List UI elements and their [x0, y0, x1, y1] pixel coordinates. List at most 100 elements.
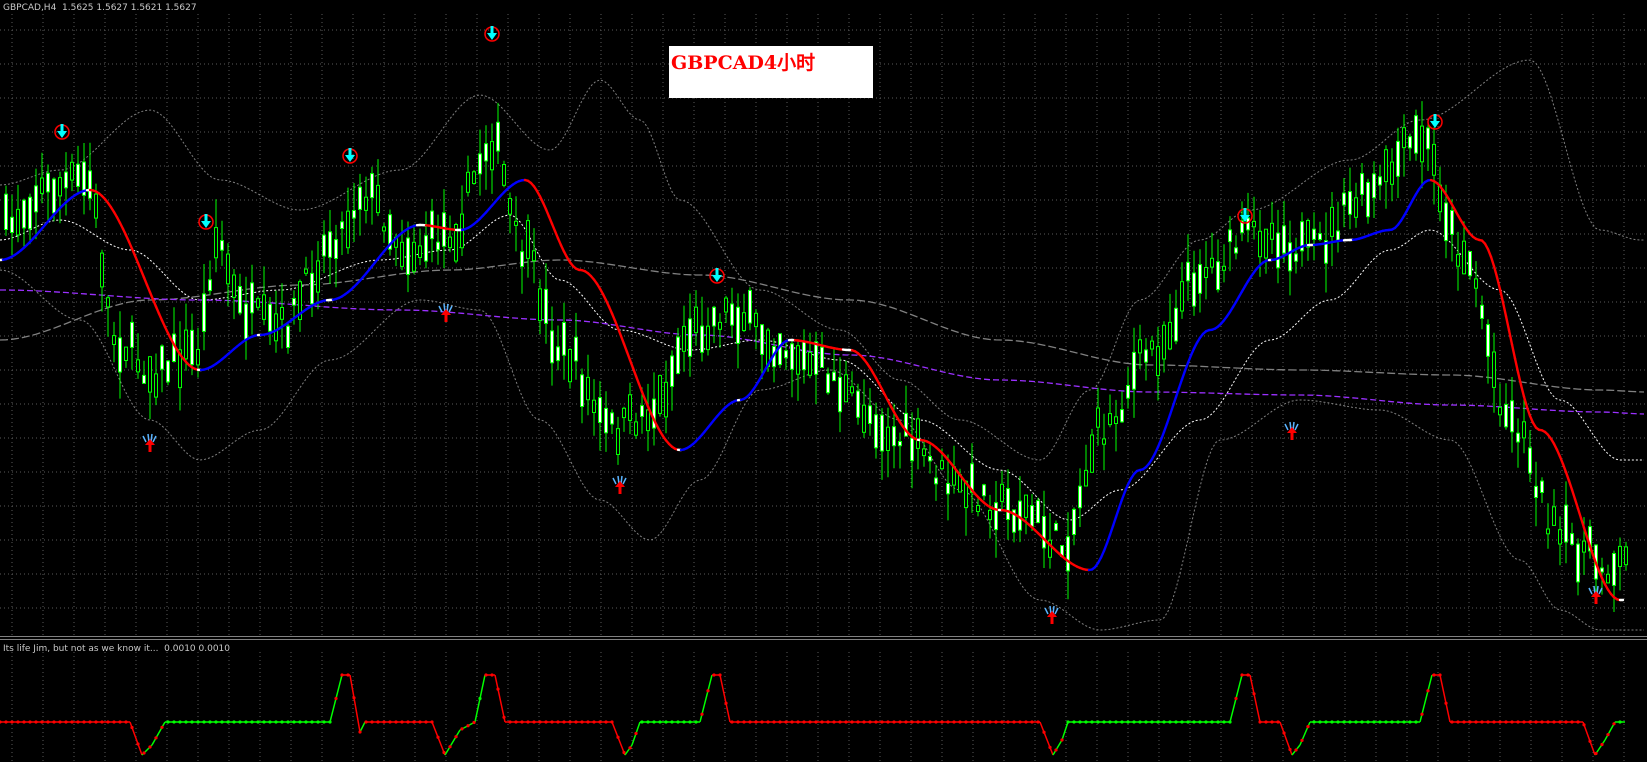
oscillator-dot [472, 720, 476, 725]
ma-segment [625, 350, 632, 362]
down-arrow-hand-icon [1427, 114, 1443, 130]
candle-body [1600, 567, 1604, 573]
oscillator-dot [928, 720, 932, 724]
candle-body [160, 345, 164, 370]
candle-body [502, 164, 506, 186]
price-chart-pane[interactable]: GBPCAD,H4 1.5625 1.5627 1.5621 1.5627 GB… [0, 0, 1647, 636]
ma-segment [622, 342, 629, 354]
oscillator-dot [1180, 720, 1184, 724]
oscillator-dot [1312, 720, 1316, 724]
oscillator-dot [1486, 720, 1490, 724]
oscillator-dot [1240, 673, 1244, 677]
up-arrow-hand-icon [142, 433, 157, 452]
candle-body [754, 312, 758, 328]
candle-body [34, 185, 38, 213]
candle-body [1264, 228, 1268, 259]
oscillator-dot [1582, 723, 1586, 727]
oscillator-dot [1186, 720, 1190, 724]
ma-segment [1162, 422, 1169, 434]
oscillator-dot [772, 720, 776, 724]
candle-body [28, 196, 32, 230]
oscillator-dot [250, 720, 254, 724]
candle-body [1348, 191, 1352, 215]
oscillator-dot [712, 673, 716, 677]
oscillator-dot [1300, 738, 1304, 742]
candle-body [850, 386, 854, 394]
oscillator-dot [1264, 720, 1268, 724]
candle-body [1396, 140, 1400, 177]
oscillator-dot [1522, 720, 1526, 724]
candle-body [1282, 225, 1286, 254]
oscillator-dot [1528, 720, 1532, 724]
oscillator-dot [1348, 720, 1352, 724]
candle-body [880, 414, 884, 452]
oscillator-dot [1324, 720, 1328, 724]
candle-body [664, 381, 668, 418]
candle-body [148, 356, 152, 393]
signal-moving-average [0, 178, 1625, 602]
oscillator-dot [1468, 720, 1472, 724]
ma-segment [619, 334, 626, 346]
oscillator-dot [1450, 720, 1454, 724]
ma-segment [1573, 497, 1580, 510]
candle-body [1228, 229, 1232, 243]
oscillator-dot [502, 715, 506, 719]
candle-body [1516, 432, 1520, 443]
oscillator-dot [820, 720, 824, 724]
oscillator-dot [64, 720, 68, 724]
oscillator-dot [70, 720, 74, 724]
oscillator-dot [436, 735, 440, 739]
oscillator-dot [1012, 720, 1016, 724]
candle-body [1420, 125, 1424, 163]
oscillator-segment [1052, 739, 1063, 756]
candle-body [1132, 351, 1136, 390]
oscillator-dot [1414, 720, 1418, 724]
candle-body [484, 143, 488, 162]
ma-segment [616, 327, 623, 338]
candle-body [118, 337, 122, 373]
oscillator-dot [1360, 720, 1364, 724]
oscillator-dot [1000, 720, 1004, 724]
candle-body [574, 336, 578, 362]
oscillator-dot [1372, 720, 1376, 724]
candlesticks [4, 101, 1628, 612]
candle-body [976, 505, 980, 512]
candle-body [1534, 485, 1538, 498]
down-arrow-hand-icon [484, 26, 500, 42]
oscillator-dot [406, 720, 410, 724]
oscillator-dot [1570, 720, 1574, 724]
oscillator-pane[interactable]: Its life Jim, but not as we know it... 0… [0, 640, 1647, 762]
candle-body [16, 208, 20, 236]
chart-window[interactable]: GBPCAD,H4 1.5625 1.5627 1.5621 1.5627 GB… [0, 0, 1647, 762]
oscillator-segment [624, 744, 633, 756]
candle-body [1528, 447, 1532, 474]
oscillator-dot [868, 720, 872, 724]
ma-segment [1501, 301, 1508, 318]
oscillator-segment [359, 721, 366, 733]
candle-body [124, 346, 128, 362]
oscillator-dot [34, 720, 38, 724]
candle-body [1234, 247, 1238, 254]
oscillator-dot [1420, 712, 1424, 716]
candle-body [898, 441, 902, 447]
oscillator-dot [160, 725, 164, 729]
ma-segment [1498, 288, 1505, 304]
ma-segment [1174, 386, 1181, 399]
candle-body [136, 359, 140, 373]
candle-body [760, 324, 764, 355]
candle-body [832, 371, 836, 382]
candle-body [628, 394, 632, 421]
oscillator-dot [1480, 720, 1484, 724]
oscillator-dot [490, 673, 494, 677]
oscillator-dot [814, 720, 818, 724]
oscillator-dot [556, 720, 560, 724]
candle-body [1114, 416, 1118, 424]
candle-body [1564, 504, 1568, 543]
oscillator-dot [268, 720, 272, 724]
candle-body [214, 227, 218, 259]
oscillator-dot [826, 720, 830, 724]
candle-body [514, 220, 518, 226]
ma-segment [1525, 405, 1532, 418]
candle-body [922, 448, 926, 457]
candle-body [562, 322, 566, 356]
